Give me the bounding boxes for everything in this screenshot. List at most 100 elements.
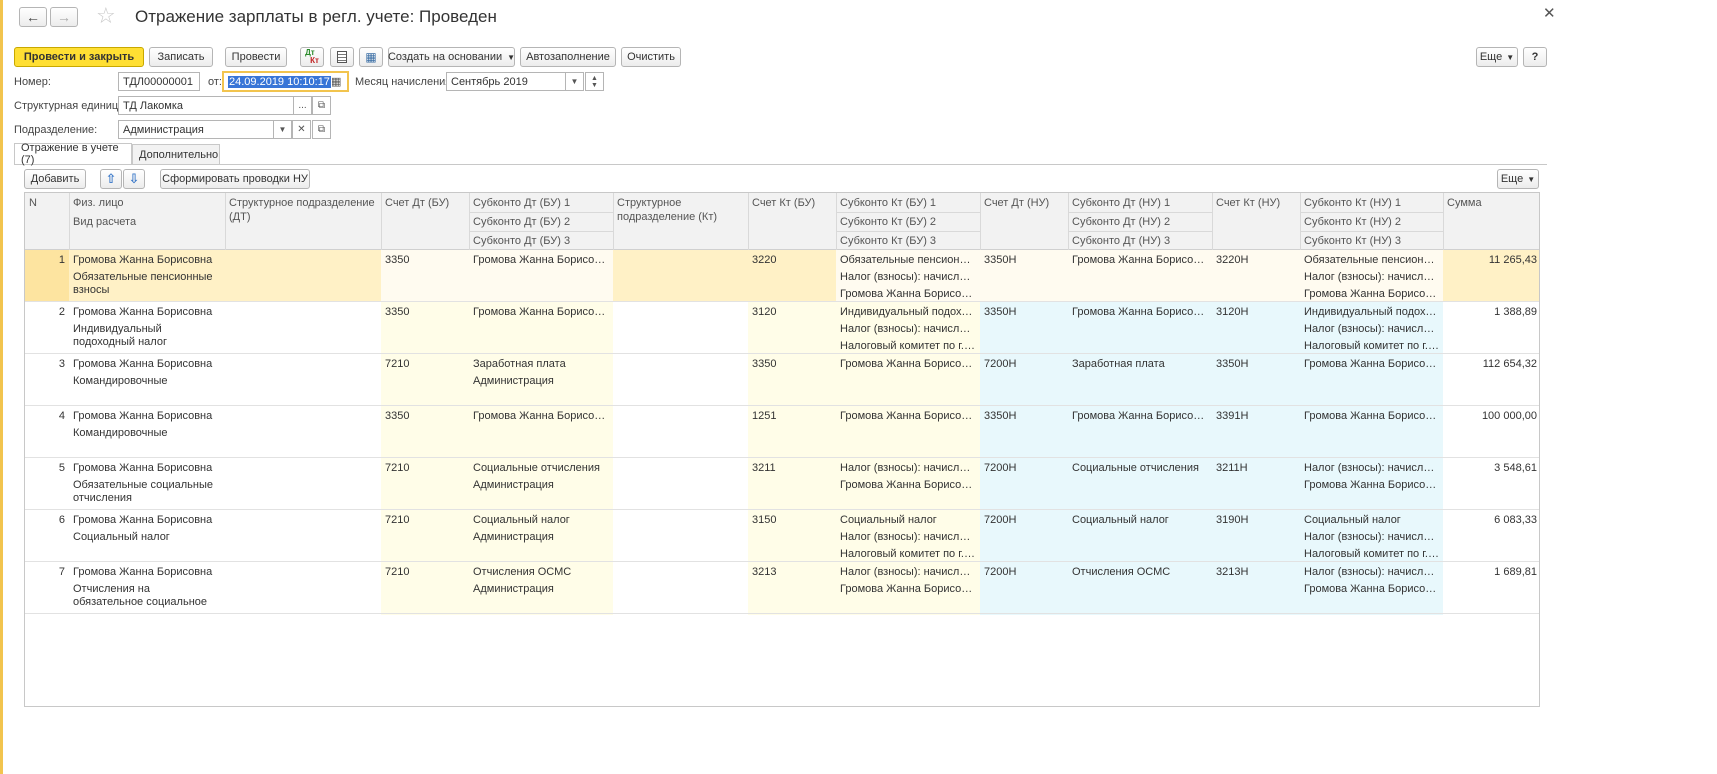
row-sub-kt-nu-2[interactable]: Налог (взносы): начислено... [1300, 323, 1443, 336]
department-dropdown-button[interactable]: ▼ [273, 120, 292, 139]
row-sub-kt-bu-1[interactable]: Индивидуальный подоходн... [836, 306, 980, 319]
department-open-button[interactable]: ⧉ [312, 120, 331, 139]
row-calc-type[interactable]: Обязательные пенсионные взносы [69, 271, 225, 297]
row-sub-dt-bu-2[interactable]: Администрация [469, 531, 613, 544]
row-sub-kt-nu-1[interactable]: Индивидуальный подоходн... [1300, 306, 1443, 319]
row-sub-kt-nu-1[interactable]: Обязательные пенсионны... [1300, 254, 1443, 267]
date-field[interactable]: 24.09.2019 10:10:17 [222, 71, 349, 92]
generate-nu-entries-button[interactable]: Сформировать проводки НУ [160, 169, 310, 189]
move-up-button[interactable]: ⇧ [100, 169, 122, 189]
row-calc-type[interactable]: Обязательные социальные отчисления [69, 479, 225, 505]
row-calc-type[interactable]: Командировочные [69, 375, 225, 401]
row-sub-dt-bu-2[interactable]: Администрация [469, 479, 613, 492]
row-acc-kt-bu[interactable]: 3120 [748, 306, 836, 319]
col-sub-dt-nu-1[interactable]: Субконто Дт (НУ) 1 [1068, 196, 1212, 210]
row-sub-kt-bu-2[interactable]: Налог (взносы): начислено... [836, 531, 980, 544]
col-acc-dt-bu[interactable]: Счет Дт (БУ) [381, 196, 469, 210]
row-sub-kt-bu-1[interactable]: Социальный налог [836, 514, 980, 527]
table-row[interactable]: 7 Громова Жанна Борисовна Отчисления на … [25, 562, 1539, 614]
row-acc-kt-bu[interactable]: 3220 [748, 254, 836, 267]
row-sum[interactable]: 1 689,81 [1443, 566, 1539, 579]
row-person[interactable]: Громова Жанна Борисовна [69, 358, 225, 371]
row-sub-kt-bu-1[interactable]: Громова Жанна Борисовна [836, 358, 980, 371]
row-person[interactable]: Громова Жанна Борисовна [69, 306, 225, 319]
row-acc-dt-bu[interactable]: 7210 [381, 566, 469, 579]
row-acc-kt-bu[interactable]: 3213 [748, 566, 836, 579]
col-acc-kt-bu[interactable]: Счет Кт (БУ) [748, 196, 836, 210]
row-acc-kt-nu[interactable]: 3391Н [1212, 410, 1300, 423]
col-sub-kt-bu-2[interactable]: Субконто Кт (БУ) 2 [836, 215, 980, 229]
row-sub-dt-bu-1[interactable]: Громова Жанна Борисовна [469, 306, 613, 319]
create-based-on-button[interactable]: Создать на основании ▼ [388, 47, 515, 67]
row-sub-kt-nu-3[interactable]: Громова Жанна Борисовна [1300, 288, 1443, 301]
month-dropdown-button[interactable]: ▼ [565, 72, 584, 91]
col-n[interactable]: N [25, 196, 69, 210]
row-acc-dt-bu[interactable]: 7210 [381, 514, 469, 527]
row-sub-kt-nu-2[interactable]: Громова Жанна Борисовна [1300, 479, 1443, 492]
col-sub-kt-nu-2[interactable]: Субконто Кт (НУ) 2 [1300, 215, 1443, 229]
row-acc-dt-nu[interactable]: 3350Н [980, 306, 1068, 319]
structural-unit-field[interactable]: ТД Лакомка [118, 96, 294, 115]
row-acc-kt-nu[interactable]: 3190Н [1212, 514, 1300, 527]
row-sub-dt-nu-1[interactable]: Отчисления ОСМС [1068, 566, 1212, 579]
col-dept-dt[interactable]: Структурное подразделение (ДТ) [225, 196, 381, 224]
col-sub-dt-nu-2[interactable]: Субконто Дт (НУ) 2 [1068, 215, 1212, 229]
unit-select-button[interactable]: ... [293, 96, 312, 115]
row-acc-kt-bu[interactable]: 3211 [748, 462, 836, 475]
add-row-button[interactable]: Добавить [24, 169, 86, 189]
row-acc-kt-nu[interactable]: 3350Н [1212, 358, 1300, 371]
row-sub-dt-nu-1[interactable]: Громова Жанна Борисовна [1068, 306, 1212, 319]
row-person[interactable]: Громова Жанна Борисовна [69, 566, 225, 579]
save-button[interactable]: Записать [149, 47, 213, 67]
post-button[interactable]: Провести [225, 47, 287, 67]
row-sum[interactable]: 6 083,33 [1443, 514, 1539, 527]
row-sum[interactable]: 112 654,32 [1443, 358, 1539, 371]
tab-additional[interactable]: Дополнительно [132, 144, 220, 164]
row-sub-kt-bu-3[interactable]: Налоговый комитет по г.А... [836, 548, 980, 561]
row-acc-dt-bu[interactable]: 7210 [381, 462, 469, 475]
row-sub-dt-bu-2[interactable]: Администрация [469, 375, 613, 388]
row-calc-type[interactable]: Социальный налог [69, 531, 225, 557]
row-sum[interactable]: 11 265,43 [1443, 254, 1539, 267]
table-row[interactable]: 2 Громова Жанна Борисовна Индивидуальный… [25, 302, 1539, 354]
row-calc-type[interactable]: Индивидуальный подоходный налог [69, 323, 225, 349]
row-sub-dt-bu-2[interactable]: Администрация [469, 583, 613, 596]
row-sub-kt-bu-1[interactable]: Налог (взносы): начислено... [836, 566, 980, 579]
col-dept-kt[interactable]: Структурное подразделение (Кт) [613, 196, 748, 224]
forward-button[interactable]: → [50, 7, 78, 27]
structure-button[interactable]: ▦ [359, 47, 383, 67]
row-sub-kt-nu-1[interactable]: Громова Жанна Борисовна [1300, 358, 1443, 371]
table-more-button[interactable]: Еще ▼ [1497, 169, 1539, 189]
row-sub-kt-bu-2[interactable]: Налог (взносы): начислено... [836, 323, 980, 336]
table-row[interactable]: 1 Громова Жанна Борисовна Обязательные п… [25, 250, 1539, 302]
row-sub-dt-bu-1[interactable]: Социальный налог [469, 514, 613, 527]
row-sum[interactable]: 100 000,00 [1443, 410, 1539, 423]
more-button[interactable]: Еще ▼ [1476, 47, 1518, 67]
row-acc-dt-nu[interactable]: 7200Н [980, 462, 1068, 475]
unit-open-button[interactable]: ⧉ [312, 96, 331, 115]
row-acc-dt-nu[interactable]: 3350Н [980, 410, 1068, 423]
row-calc-type[interactable]: Отчисления на обязательное социальное ме… [69, 583, 225, 609]
col-sub-dt-bu-2[interactable]: Субконто Дт (БУ) 2 [469, 215, 613, 229]
row-sub-kt-bu-2[interactable]: Налог (взносы): начислено... [836, 271, 980, 284]
row-acc-dt-bu[interactable]: 3350 [381, 306, 469, 319]
row-acc-dt-nu[interactable]: 3350Н [980, 254, 1068, 267]
row-acc-dt-bu[interactable]: 7210 [381, 358, 469, 371]
row-sub-kt-nu-3[interactable]: Налоговый комитет по г.А... [1300, 340, 1443, 353]
row-sub-kt-bu-2[interactable]: Громова Жанна Борисовна [836, 479, 980, 492]
row-acc-kt-nu[interactable]: 3120Н [1212, 306, 1300, 319]
col-sub-dt-bu-3[interactable]: Субконто Дт (БУ) 3 [469, 234, 613, 248]
col-sub-kt-bu-1[interactable]: Субконто Кт (БУ) 1 [836, 196, 980, 210]
row-acc-dt-nu[interactable]: 7200Н [980, 514, 1068, 527]
row-sub-kt-nu-3[interactable]: Налоговый комитет по г.А... [1300, 548, 1443, 561]
back-button[interactable]: ← [19, 7, 47, 27]
row-person[interactable]: Громова Жанна Борисовна [69, 254, 225, 267]
help-button[interactable]: ? [1523, 47, 1547, 67]
row-sub-dt-bu-1[interactable]: Громова Жанна Борисовна [469, 254, 613, 267]
col-acc-kt-nu[interactable]: Счет Кт (НУ) [1212, 196, 1300, 210]
row-sub-kt-bu-1[interactable]: Налог (взносы): начислено... [836, 462, 980, 475]
row-sub-dt-bu-1[interactable]: Заработная плата [469, 358, 613, 371]
row-sub-dt-bu-1[interactable]: Отчисления ОСМС [469, 566, 613, 579]
month-field[interactable]: Сентябрь 2019 [446, 72, 566, 91]
row-acc-kt-bu[interactable]: 1251 [748, 410, 836, 423]
